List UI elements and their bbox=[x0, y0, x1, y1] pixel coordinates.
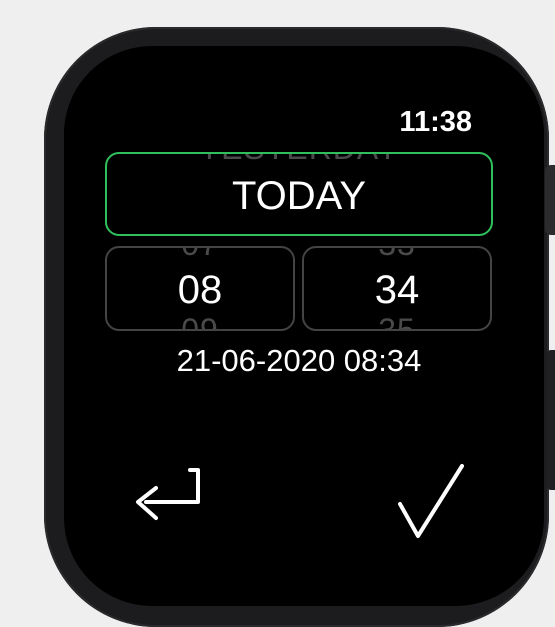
minute-picker-previous: 33 bbox=[304, 248, 490, 263]
datetime-readout: 21-06-2020 08:34 bbox=[176, 343, 422, 378]
hour-picker-previous: 07 bbox=[107, 248, 293, 263]
day-picker[interactable]: YESTERDAY TODAY bbox=[105, 152, 493, 236]
hour-picker[interactable]: 07 08 09 bbox=[105, 246, 295, 331]
side-button[interactable] bbox=[547, 350, 555, 490]
digital-crown[interactable] bbox=[545, 165, 555, 235]
hour-picker-next: 09 bbox=[181, 312, 219, 331]
status-time: 11:38 bbox=[399, 106, 472, 138]
minute-picker[interactable]: 33 34 35 bbox=[302, 246, 492, 331]
hour-picker-selected: 08 bbox=[177, 268, 223, 312]
checkmark-icon bbox=[398, 464, 464, 538]
day-picker-selected: TODAY bbox=[231, 174, 367, 218]
confirm-button[interactable] bbox=[392, 460, 470, 544]
return-arrow-icon bbox=[136, 468, 200, 520]
day-picker-previous: YESTERDAY bbox=[107, 154, 491, 167]
back-button[interactable] bbox=[128, 462, 212, 546]
minute-picker-selected: 34 bbox=[374, 268, 420, 312]
minute-picker-next: 35 bbox=[378, 312, 416, 331]
